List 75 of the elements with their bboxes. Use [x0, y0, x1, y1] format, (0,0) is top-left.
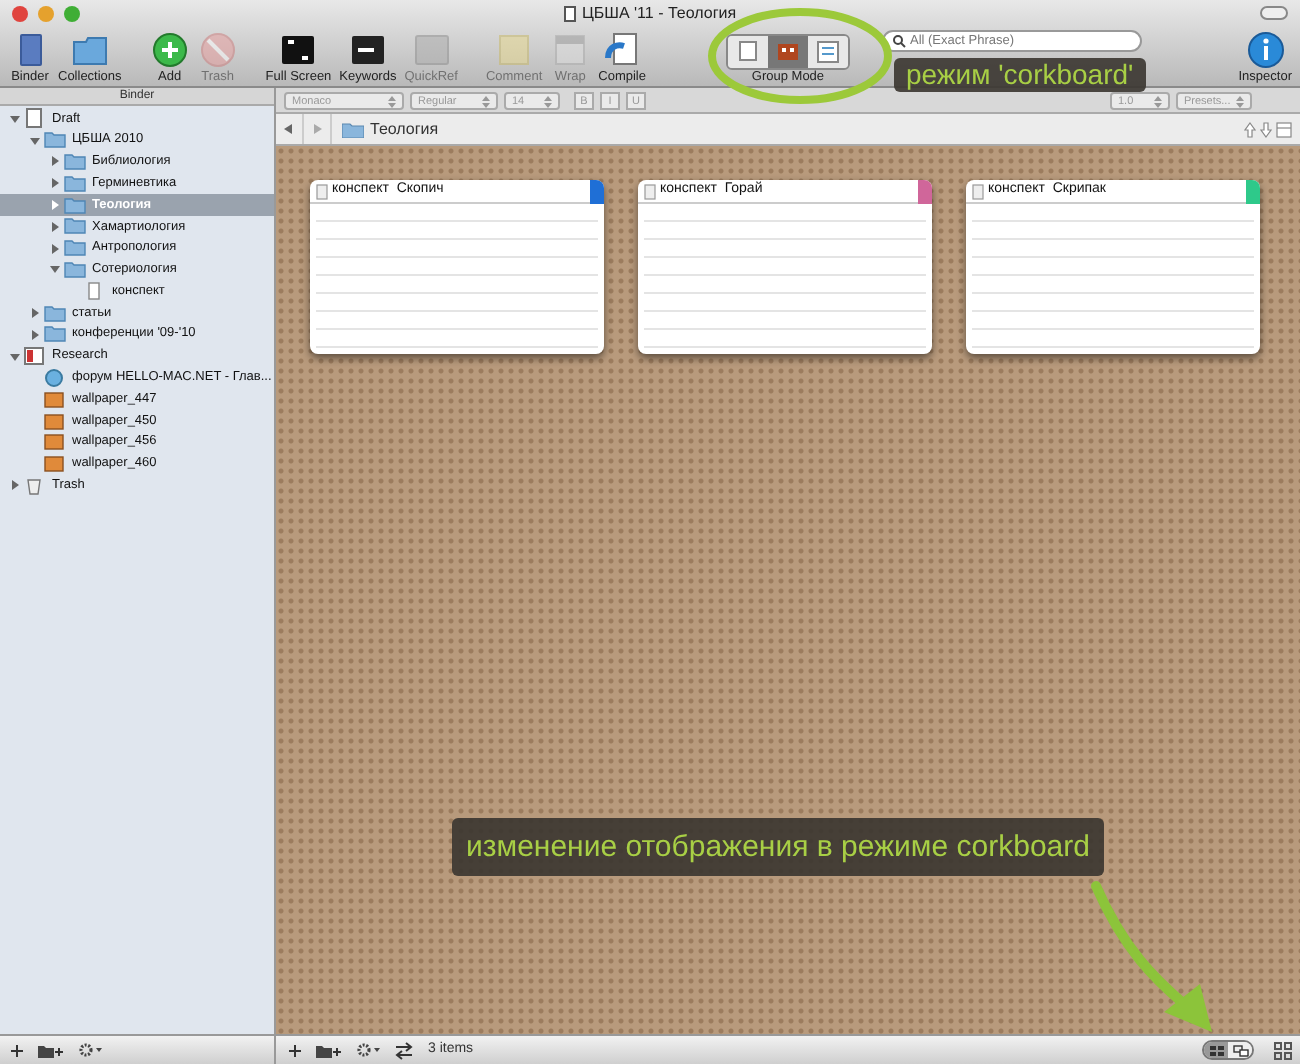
trash-icon — [24, 475, 46, 496]
image-icon — [44, 389, 66, 410]
window-title: ЦБША '11 - Теология — [581, 2, 737, 26]
image-icon — [44, 454, 66, 475]
new-folder-icon[interactable] — [38, 1043, 64, 1057]
stepper-icon — [544, 95, 552, 107]
toolbar-toggle-button[interactable] — [1260, 6, 1288, 20]
folder-icon — [342, 121, 364, 137]
freeform-icon — [1231, 1043, 1249, 1057]
folder-icon — [64, 151, 86, 172]
single-mode-button[interactable] — [727, 36, 768, 68]
corkboard-mode-button[interactable] — [767, 36, 808, 68]
add-icon[interactable] — [10, 1043, 24, 1057]
stepper-icon — [482, 95, 490, 107]
forward-arrow-icon — [312, 124, 322, 134]
folder-icon — [44, 303, 66, 324]
header-title: Теология — [370, 117, 439, 141]
web-icon — [44, 367, 66, 388]
folder-icon — [64, 259, 86, 280]
comment-icon — [494, 30, 535, 70]
corkboard-icon — [773, 38, 802, 66]
disclosure-triangle-icon[interactable] — [46, 261, 62, 278]
freeform-view-button[interactable] — [1228, 1042, 1252, 1058]
disclosure-triangle-icon[interactable] — [26, 326, 42, 343]
close-button[interactable] — [12, 5, 28, 22]
annotation-callout: изменение отображения в режиме corkboard — [452, 818, 1104, 876]
stepper-icon — [1154, 95, 1162, 107]
settings-icon[interactable] — [356, 1042, 380, 1058]
document-icon — [316, 183, 328, 199]
trash-icon — [197, 30, 238, 70]
fullscreen-icon — [278, 30, 319, 70]
segmented-control[interactable] — [725, 34, 850, 70]
draft-icon — [24, 108, 46, 129]
disclosure-triangle-icon[interactable] — [46, 240, 62, 257]
disclosure-triangle-icon[interactable] — [6, 348, 22, 365]
swap-arrows-icon[interactable] — [394, 1041, 414, 1059]
folder-icon — [44, 324, 66, 345]
disclosure-triangle-icon[interactable] — [26, 132, 42, 149]
folder-icon — [64, 195, 86, 216]
split-view-icon[interactable] — [1276, 121, 1292, 137]
new-folder-icon[interactable] — [316, 1043, 342, 1057]
stepper-icon — [388, 95, 396, 107]
down-arrow-icon[interactable] — [1260, 121, 1272, 137]
search-icon — [891, 34, 906, 48]
settings-icon[interactable] — [78, 1042, 102, 1058]
folder-icon — [64, 238, 86, 259]
document-icon — [563, 6, 576, 22]
keywords-icon — [347, 30, 388, 70]
document-icon — [644, 183, 656, 199]
back-arrow-icon — [284, 124, 294, 134]
disclosure-triangle-icon[interactable] — [46, 197, 62, 214]
stepper-icon — [1236, 95, 1244, 107]
image-icon — [44, 411, 66, 432]
wrap-icon — [550, 30, 591, 70]
disclosure-triangle-icon[interactable] — [46, 153, 62, 170]
disclosure-triangle-icon[interactable] — [6, 477, 22, 494]
folder-icon — [44, 130, 66, 151]
disclosure-triangle-icon[interactable] — [46, 218, 62, 235]
disclosure-triangle-icon[interactable] — [26, 305, 42, 322]
add-icon — [149, 30, 190, 70]
single-icon — [733, 38, 762, 66]
annotation-callout: режим 'corkboard' — [894, 58, 1146, 92]
outline-mode-button[interactable] — [807, 36, 848, 68]
disclosure-triangle-icon[interactable] — [46, 175, 62, 192]
add-icon[interactable] — [288, 1043, 302, 1057]
research-icon — [24, 346, 46, 367]
text-icon — [84, 281, 106, 302]
disclosure-triangle-icon[interactable] — [6, 110, 22, 127]
outline-icon — [813, 38, 842, 66]
document-icon — [972, 183, 984, 199]
quickref-icon — [411, 30, 452, 70]
compile-icon — [602, 30, 643, 70]
up-arrow-icon[interactable] — [1244, 121, 1256, 137]
image-icon — [44, 432, 66, 453]
grid-view-button[interactable] — [1204, 1042, 1228, 1058]
